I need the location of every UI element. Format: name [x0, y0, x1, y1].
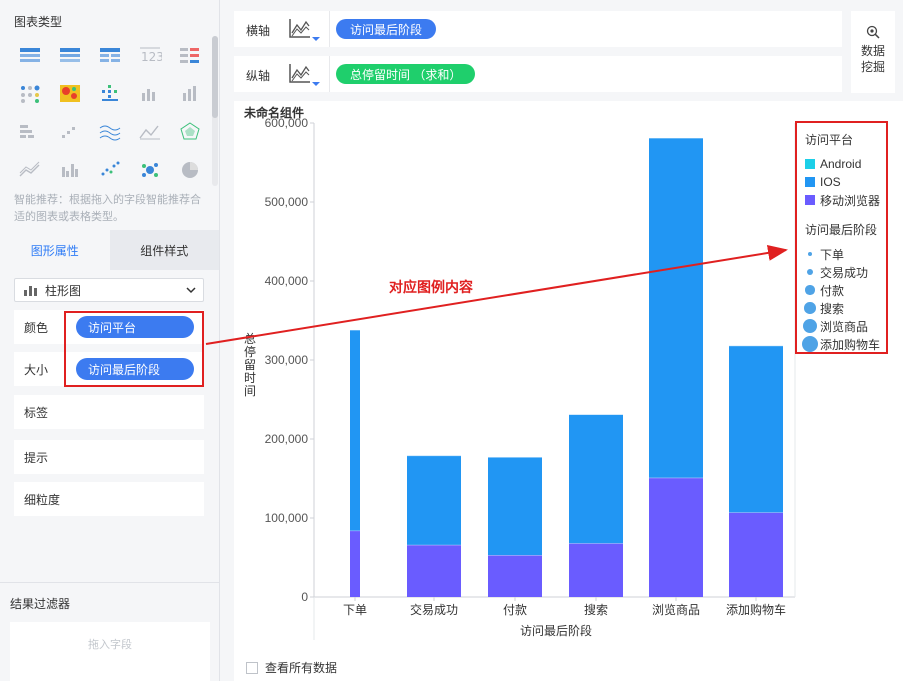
legend-label: 下单: [819, 247, 844, 262]
data-mining-button[interactable]: 数据 挖掘: [851, 11, 895, 93]
svg-text:123: 123: [141, 50, 162, 64]
grouped-bar-icon[interactable]: [50, 150, 90, 186]
radar-icon[interactable]: [170, 112, 210, 150]
legend-label: 浏览商品: [820, 319, 869, 334]
legend-swatch: [805, 177, 815, 187]
line-chart-icon[interactable]: [130, 112, 170, 150]
show-all-data[interactable]: 查看所有数据: [246, 659, 337, 676]
stacked-blocks-icon[interactable]: [10, 112, 50, 150]
scatter-steps-icon[interactable]: [50, 112, 90, 150]
magnifier-icon: [866, 25, 880, 39]
data-mining-label-1: 数据: [860, 44, 885, 58]
legend-size-dot: [805, 285, 815, 295]
legend-item[interactable]: 交易成功: [805, 263, 886, 281]
prop-granularity[interactable]: 细粒度: [14, 482, 204, 516]
divider: [329, 56, 330, 92]
color-field-pill[interactable]: 访问平台: [76, 316, 194, 338]
legend-label: 付款: [819, 283, 844, 298]
x-axis-label: 横轴: [246, 24, 271, 38]
dot-matrix-icon[interactable]: [10, 74, 50, 112]
left-panel: 图表类型 123 智能推荐：根据拖入的字段智能推荐合适的图表或表格类型。 图形属…: [0, 0, 220, 681]
bar-chart-icon: [24, 286, 37, 296]
legend-item[interactable]: Android: [805, 155, 886, 173]
legend-item[interactable]: 付款: [805, 281, 886, 299]
legend-label: 移动浏览器: [820, 193, 881, 208]
legend-item[interactable]: 添加购物车: [801, 335, 886, 353]
prop-tooltip[interactable]: 提示: [14, 440, 204, 474]
property-tabs: 图形属性 组件样式: [0, 230, 219, 270]
smart-hint: 智能推荐：根据拖入的字段智能推荐合适的图表或表格类型。: [14, 194, 201, 223]
chart-type-gallery: 123: [10, 36, 210, 186]
legend-item[interactable]: IOS: [805, 173, 886, 191]
component-title[interactable]: 未命名组件: [244, 104, 304, 121]
legend-item[interactable]: 下单: [805, 245, 886, 263]
legend-label: Android: [820, 157, 862, 171]
grouped-table-icon[interactable]: [50, 36, 90, 74]
y-field-pill[interactable]: 总停留时间 （求和）: [336, 64, 476, 84]
prop-tooltip-label: 提示: [24, 450, 49, 465]
legend: 访问平台 Android IOS 移动浏览器 访问最后阶段 下单交易成功付款搜索浏览…: [795, 121, 888, 354]
prop-size-label: 大小: [24, 362, 49, 377]
y-axis-row: 纵轴 总停留时间 （求和）: [234, 56, 842, 92]
filter-title: 结果过滤器: [10, 597, 71, 611]
annotation-text: 对应图例内容: [389, 279, 473, 295]
y-axis-label: 纵轴: [246, 69, 271, 83]
legend-swatch: [805, 159, 815, 169]
kpi-list-icon[interactable]: [170, 36, 210, 74]
chart-type-scrollbar[interactable]: [212, 36, 218, 186]
prop-size[interactable]: 大小 访问最后阶段: [14, 352, 204, 386]
legend-size-dot: [804, 302, 816, 314]
bubble-cluster-icon[interactable]: [130, 150, 170, 186]
divider: [0, 582, 219, 583]
prop-granularity-label: 细粒度: [24, 492, 61, 507]
prop-color-label: 颜色: [24, 320, 49, 335]
legend-size-dot: [801, 335, 819, 353]
chart-type-select[interactable]: 柱形图: [14, 278, 204, 302]
legend-item[interactable]: 搜索: [804, 299, 886, 317]
legend-item[interactable]: 移动浏览器: [805, 191, 886, 209]
axis-chart-type-icon[interactable]: [288, 62, 320, 88]
cross-table-icon[interactable]: [90, 36, 130, 74]
prop-label-label: 标签: [24, 405, 49, 420]
tab-component-style[interactable]: 组件样式: [109, 230, 219, 270]
show-all-checkbox[interactable]: [246, 661, 258, 674]
scatter-icon[interactable]: [90, 150, 130, 186]
chart-types-title: 图表类型: [14, 15, 63, 29]
legend-swatch: [805, 195, 815, 205]
divider: [329, 11, 330, 47]
legend-size-dot: [807, 251, 813, 257]
bar-small-icon[interactable]: [130, 74, 170, 112]
chevron-down-icon: [186, 287, 196, 294]
legend-label: 添加购物车: [820, 337, 881, 352]
x-field-pill[interactable]: 访问最后阶段: [336, 19, 437, 39]
tab-graph-properties[interactable]: 图形属性: [0, 230, 110, 270]
legend-item[interactable]: 浏览商品: [803, 317, 886, 335]
prop-color[interactable]: 颜色 访问平台: [14, 310, 204, 344]
scrollbar-thumb[interactable]: [212, 36, 218, 118]
legend-color-title: 访问平台: [805, 133, 854, 147]
pie-chart-icon[interactable]: [170, 150, 210, 186]
data-mining-label-2: 挖掘: [860, 60, 885, 74]
number-card-icon[interactable]: 123: [130, 36, 170, 74]
area-line-icon[interactable]: [10, 150, 50, 186]
filter-drop-zone[interactable]: 拖入字段: [10, 622, 210, 681]
legend-size-dot: [803, 319, 817, 333]
x-axis-row: 横轴 访问最后阶段: [234, 11, 842, 47]
legend-size-title: 访问最后阶段: [805, 223, 878, 237]
legend-label: 交易成功: [819, 265, 868, 280]
column-chart-icon[interactable]: [170, 74, 210, 112]
wave-line-icon[interactable]: [90, 112, 130, 150]
chart-type-select-value: 柱形图: [45, 283, 82, 298]
legend-label: 搜索: [819, 301, 844, 316]
axis-chart-type-icon[interactable]: [288, 17, 320, 43]
prop-label[interactable]: 标签: [14, 395, 204, 429]
dot-grid-icon[interactable]: [90, 74, 130, 112]
legend-size-dot: [806, 268, 814, 276]
heatmap-icon[interactable]: [50, 74, 90, 112]
legend-label: IOS: [820, 175, 841, 189]
table-icon[interactable]: [10, 36, 50, 74]
show-all-label: 查看所有数据: [265, 661, 338, 675]
size-field-pill[interactable]: 访问最后阶段: [76, 358, 194, 380]
